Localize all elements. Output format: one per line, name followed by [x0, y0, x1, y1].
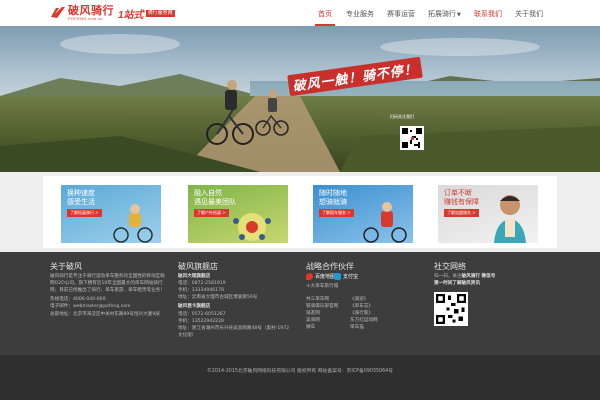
card-rental[interactable]: 随时随地 想骑就骑 了解租车服务 >	[313, 185, 413, 243]
partner-alipay[interactable]: 支付宝	[334, 273, 358, 280]
partner-link[interactable]: 《骑迹》	[350, 296, 394, 302]
partner-baidu-label: 百度地图	[315, 274, 336, 280]
card-button[interactable]: 了解户外拓展 >	[194, 209, 229, 217]
slogan-main: 1站式	[118, 10, 144, 21]
card-line-2: 想骑就骑	[319, 198, 347, 207]
social-tagline: 第一时间了解破风资讯	[434, 281, 480, 287]
partner-link[interactable]: 《骑行家》	[350, 310, 394, 316]
footer-social-text: 扫一扫，关注破风骑行 微信号 第一时间了解破风资讯	[434, 273, 554, 287]
logo-icon	[50, 5, 66, 21]
partner-link[interactable]: 骑友网	[306, 310, 350, 316]
card-expand-ride[interactable]: 换种速度 感受生活 了解拓展骑行 >	[61, 185, 161, 243]
nav-pro-service[interactable]: 专业服务	[346, 0, 374, 26]
slogan-sub: 骑行服务商	[145, 9, 175, 18]
hero-qr-caption: 扫码关注我们	[390, 114, 414, 119]
store-2-address: 地址：浙江省湖州市长兴县吴昌硕路48号（奥村-1972文化街）	[178, 325, 290, 338]
nav-about[interactable]: 关于我们	[515, 0, 543, 26]
man-portrait-image	[494, 195, 526, 243]
partner-alipay-label: 支付宝	[343, 274, 359, 280]
partner-link[interactable]: 共三单车网	[306, 296, 350, 302]
card-text: 订单不断 赚钱有保障	[444, 189, 479, 208]
slogan: 1站式 骑行服务商	[118, 6, 175, 21]
partner-link[interactable]: 贼车	[306, 324, 350, 330]
site-header: 破风骑行 POFENG.com.cn 1站式 骑行服务商 首页 专业服务 赛事运…	[0, 0, 600, 26]
footer-about-text: 破风骑行是专注于骑行运动单车服务的全国性的移动互联网O2O公司。旗下拥有近10年…	[50, 273, 168, 318]
nav-expand-ride[interactable]: 拓展骑行▼	[428, 0, 461, 26]
card-franchise[interactable]: 订单不断 赚钱有保障 了解加盟服务 >	[438, 185, 538, 243]
qr-code-icon	[400, 126, 424, 150]
card-outdoor[interactable]: 融入自然 遇见最美团队 了解户外拓展 >	[188, 185, 288, 243]
chevron-down-icon: ▼	[457, 12, 461, 18]
footer-partners-title: 战略合作伙伴	[306, 262, 354, 271]
about-email[interactable]: 电子邮件：webmaster@pofeng.com	[50, 303, 168, 310]
team-circle-image	[233, 213, 271, 241]
footer-stores-title: 破风旗舰店	[178, 262, 218, 271]
about-address: 总部地址：北京市海淀区中关村东路89号恒兴大厦9层	[50, 311, 160, 317]
card-text: 随时随地 想骑就骑	[319, 189, 347, 208]
card-line-2: 赚钱有保障	[444, 198, 479, 207]
cyclist-figure	[206, 80, 254, 145]
card-button[interactable]: 了解拓展骑行 >	[67, 209, 102, 217]
hero-banner: 破风一触！骑不停！ 扫码关注我们	[0, 26, 600, 172]
service-cards-strip: 换种速度 感受生活 了解拓展骑行 > 融入自然 遇见最美团队 了解户外拓展 > 随时…	[0, 172, 600, 252]
social-wechat-name: 破风骑行 微信号	[461, 274, 496, 279]
cloud-shape	[60, 34, 180, 54]
store-1-name: 破风大理旗舰店	[178, 274, 211, 279]
store-1-phone: 电话：0872-2581919	[178, 281, 226, 287]
store-1-mobile: 手机：13334946178	[178, 288, 224, 294]
logo-title: 破风骑行	[68, 4, 114, 17]
card-line-2: 遇见最美团队	[194, 198, 236, 207]
partner-link[interactable]: 铁骑俱乐部官网	[306, 303, 350, 309]
footer-social-title: 社交网络	[434, 262, 466, 271]
kid-cyclist-image	[113, 204, 153, 243]
card-button[interactable]: 了解租车服务 >	[319, 209, 354, 217]
partner-baidu-map[interactable]: 百度地图	[306, 273, 335, 280]
copyright-notice: ©2014-2015北京破风网络科技有限公司 版权所有 网站备案号：京ICP备0…	[207, 369, 393, 374]
card-button[interactable]: 了解加盟服务 >	[444, 209, 479, 217]
store-2-name: 破风昆卡旗舰店	[178, 304, 211, 310]
partner-link[interactable]: 《单车志》	[350, 303, 394, 309]
site-logo[interactable]: 破风骑行 POFENG.com.cn	[50, 2, 114, 24]
partner-link[interactable]: 单车猫	[350, 324, 394, 330]
wechat-qr-icon	[434, 292, 468, 326]
nav-contact[interactable]: 联系我们	[474, 0, 502, 26]
nav-events[interactable]: 赛事运营	[387, 0, 415, 26]
partner-caption: 十大单车旅行城	[306, 284, 339, 289]
store-2-phone: 电话：0572-6051267	[178, 311, 226, 317]
nav-home[interactable]: 首页	[315, 0, 335, 26]
footer-stores-text: 破风大理旗舰店 电话：0872-2581919 手机：13334946178 地…	[178, 273, 293, 339]
nav-expand-ride-label: 拓展骑行	[428, 10, 456, 18]
about-description: 破风骑行是专注于骑行运动单车服务的全国性的移动互联网O2O公司。旗下拥有近10年…	[50, 274, 165, 294]
alipay-icon	[334, 273, 341, 280]
partner-links: 共三单车网 《骑迹》 铁骑俱乐部官网 《单车志》 骑友网 《骑行家》 美骑网 东…	[306, 296, 394, 330]
rider-image	[363, 202, 407, 243]
service-cards: 换种速度 感受生活 了解拓展骑行 > 融入自然 遇见最美团队 了解户外拓展 > 随时…	[43, 176, 557, 248]
cloud-shape	[380, 38, 540, 56]
about-phone: 热线电话：4006-040-660	[50, 297, 106, 303]
store-2-mobile: 手机：13522942228	[178, 318, 224, 324]
footer-bottom-bar	[0, 355, 600, 400]
hero-road	[0, 96, 600, 172]
social-text-prefix: 扫一扫，关注	[434, 274, 462, 279]
card-line-2: 感受生活	[67, 198, 95, 207]
cyclist-figure	[255, 90, 289, 136]
store-1-address: 地址：云南省大理市古城区博爱路56号	[178, 295, 258, 301]
footer-about-title: 关于破风	[50, 262, 82, 271]
card-text: 换种速度 感受生活	[67, 189, 95, 208]
logo-domain: POFENG.com.cn	[68, 16, 103, 21]
partner-link[interactable]: 东方红运动网	[350, 317, 394, 323]
partner-link[interactable]: 美骑网	[306, 317, 350, 323]
page: 破风骑行 POFENG.com.cn 1站式 骑行服务商 首页 专业服务 赛事运…	[0, 0, 600, 400]
map-pin-icon	[306, 273, 313, 280]
card-text: 融入自然 遇见最美团队	[194, 189, 236, 208]
